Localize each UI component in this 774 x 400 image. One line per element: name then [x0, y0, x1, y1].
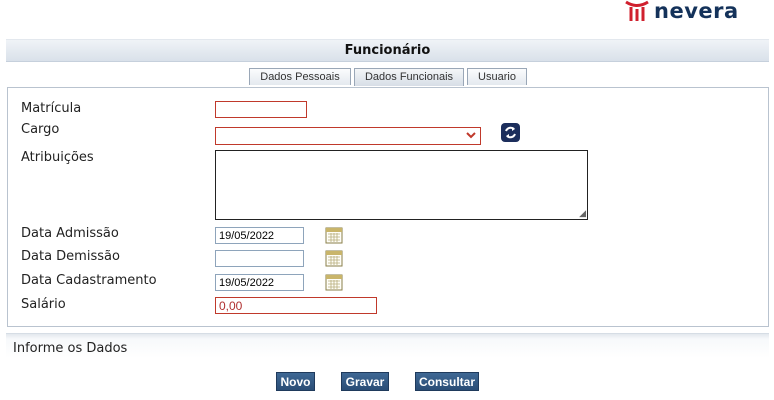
calendar-icon[interactable] [325, 226, 343, 244]
cargo-label: Cargo [21, 122, 60, 137]
tab-dados-funcionais[interactable]: Dados Funcionais [354, 68, 464, 86]
brand-logo: nevera [624, 0, 739, 23]
atribuicoes-label: Atribuições [21, 150, 94, 165]
calendar-icon[interactable] [325, 249, 343, 267]
novo-button[interactable]: Novo [276, 372, 315, 391]
data-admissao-input[interactable] [215, 227, 304, 244]
cargo-select[interactable] [215, 127, 481, 145]
status-bar: Informe os Dados [6, 333, 769, 358]
matricula-input[interactable] [215, 101, 307, 118]
salario-input[interactable] [215, 297, 377, 314]
data-demissao-input[interactable] [215, 250, 304, 267]
consultar-button[interactable]: Consultar [415, 372, 479, 391]
tab-dados-pessoais[interactable]: Dados Pessoais [249, 68, 351, 85]
calendar-icon[interactable] [325, 273, 343, 291]
brand-logo-icon [625, 0, 649, 21]
resize-grip-icon[interactable]: ◢ [579, 210, 586, 219]
data-cadastramento-input[interactable] [215, 274, 304, 291]
data-admissao-label: Data Admissão [21, 226, 119, 241]
page-title: Funcionário [6, 39, 769, 62]
status-message: Informe os Dados [13, 341, 128, 356]
data-cadastramento-label: Data Cadastramento [21, 273, 157, 288]
brand-name: nevera [654, 0, 739, 23]
matricula-label: Matrícula [21, 101, 82, 116]
refresh-cargo-button[interactable] [501, 123, 520, 142]
gravar-button[interactable]: Gravar [341, 372, 389, 391]
tab-usuario[interactable]: Usuario [467, 68, 527, 85]
salario-label: Salário [21, 297, 66, 312]
atribuicoes-textarea[interactable]: ◢ [215, 150, 588, 220]
chevron-down-icon [466, 128, 476, 145]
data-demissao-label: Data Demissão [21, 249, 120, 264]
refresh-icon [505, 126, 516, 139]
